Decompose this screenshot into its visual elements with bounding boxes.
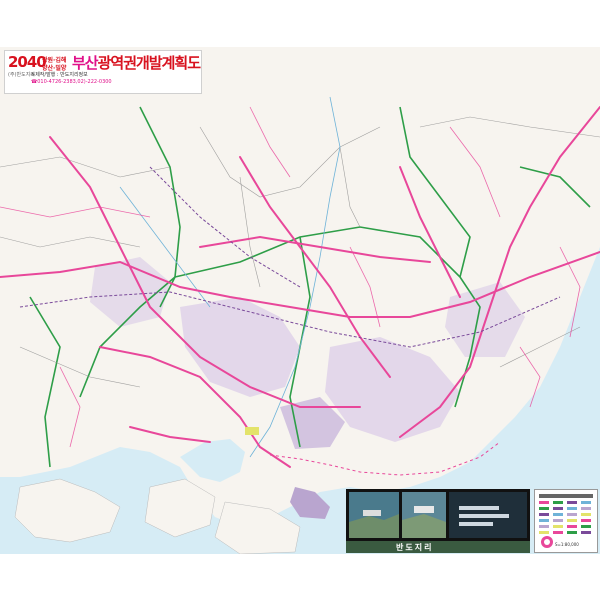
legend-swatch <box>553 519 563 522</box>
title-city: 부산 <box>72 54 99 72</box>
legend-swatch <box>553 525 563 528</box>
legend-swatch <box>539 501 549 504</box>
map-scale: S=1:80,000 <box>555 542 579 547</box>
legend-swatch <box>581 501 591 504</box>
legend-swatch <box>539 507 549 510</box>
aerial-photo <box>449 492 527 538</box>
bay-area <box>180 439 245 482</box>
urban-area <box>325 337 460 442</box>
map-title-box: 2040 창원·김해 양산·밀양 부산광역권개발계획도 (주)반도지리 ※제작/… <box>4 50 202 94</box>
legend-swatch <box>553 507 563 510</box>
legend-swatch <box>567 531 577 534</box>
publisher-line2: ☎010-4726-2383,02)-222-0300 <box>31 79 112 85</box>
aerial-photo <box>349 492 399 538</box>
legend-swatch <box>567 525 577 528</box>
legend-swatch <box>553 501 563 504</box>
title-rest: 광역권개발계획도 <box>97 54 201 72</box>
legend-swatch <box>539 519 549 522</box>
photo-panel <box>346 489 530 541</box>
map-sheet <box>0 47 600 554</box>
legend-swatch <box>539 525 549 528</box>
legend-swatch <box>581 531 591 534</box>
title-year: 2040 <box>8 53 47 71</box>
aerial-photo <box>402 492 446 538</box>
legend-swatch <box>567 507 577 510</box>
legend-swatch <box>539 531 549 534</box>
legend-swatch <box>567 513 577 516</box>
legend-swatch <box>581 507 591 510</box>
legend-swatch <box>567 519 577 522</box>
legend-swatch <box>539 513 549 516</box>
legend-swatch <box>553 513 563 516</box>
legend-swatch <box>567 501 577 504</box>
legend-swatch <box>553 531 563 534</box>
port-area <box>245 427 259 435</box>
publisher-line1: ※제작/발행 : 반도지리정보 <box>31 72 88 78</box>
map-legend: S=1:80,000 <box>534 489 598 553</box>
legend-swatch <box>581 519 591 522</box>
legend-swatch <box>581 513 591 516</box>
map-canvas[interactable] <box>0 47 600 554</box>
logo-text: 반도지리 <box>396 543 434 552</box>
legend-swatch <box>581 525 591 528</box>
publisher-logo: 반도지리 <box>346 541 530 553</box>
page-title: 부산광역권개발계획도 <box>72 52 201 73</box>
